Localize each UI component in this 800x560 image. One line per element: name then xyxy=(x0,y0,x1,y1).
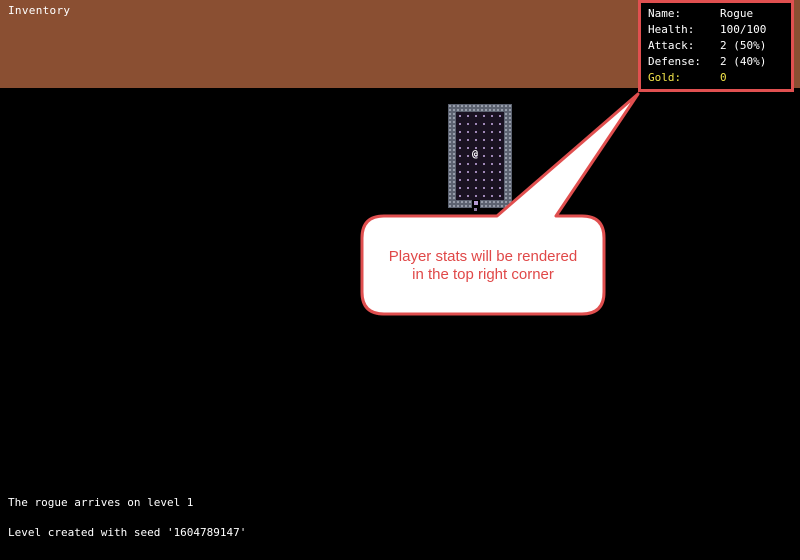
stat-row-gold: Gold: 0 xyxy=(648,71,791,87)
stat-row-health: Health: 100/100 xyxy=(648,23,791,39)
player-stats-panel: Name: Rogue Health: 100/100 Attack: 2 (5… xyxy=(638,0,794,92)
room-floor xyxy=(456,112,504,200)
stat-label-defense: Defense: xyxy=(648,55,701,68)
room-wall-left xyxy=(448,112,456,208)
stat-row-attack: Attack: 2 (50%) xyxy=(648,39,791,55)
room-wall-bottom-right xyxy=(480,200,504,208)
message-log: The rogue arrives on level 1 Level creat… xyxy=(8,478,246,558)
stat-label-name: Name: xyxy=(648,7,682,20)
inventory-title: Inventory xyxy=(8,4,71,17)
dungeon-room: @ xyxy=(448,104,512,208)
callout-line-1: Player stats will be rendered xyxy=(388,248,578,265)
player-character: @ xyxy=(471,149,479,160)
stat-value-defense: 2 (40%) xyxy=(720,55,767,68)
room-wall-top xyxy=(448,104,512,112)
log-line: The rogue arrives on level 1 xyxy=(8,496,194,509)
callout-line-2: in the top right corner xyxy=(412,266,554,283)
room-wall-bottom-left xyxy=(456,200,472,208)
stat-label-health: Health: xyxy=(648,23,695,36)
stat-row-defense: Defense: 2 (40%) xyxy=(648,55,791,71)
stat-value-health: 100/100 xyxy=(720,23,767,36)
stat-label-gold: Gold: xyxy=(648,71,682,84)
log-line: Level created with seed '1604789147' xyxy=(8,526,247,539)
stat-value-gold: 0 xyxy=(720,71,727,84)
game-screen: Inventory Name: Rogue Health: 100/100 At… xyxy=(0,0,800,560)
corridor-tile xyxy=(474,208,477,211)
stat-label-attack: Attack: xyxy=(648,39,695,52)
stat-value-attack: 2 (50%) xyxy=(720,39,767,52)
room-doorway xyxy=(474,201,478,205)
stat-value-name: Rogue xyxy=(720,7,754,20)
room-wall-right xyxy=(504,112,512,208)
callout-text: Player stats will be rendered in the top… xyxy=(362,216,604,316)
stat-row-name: Name: Rogue xyxy=(648,7,791,23)
